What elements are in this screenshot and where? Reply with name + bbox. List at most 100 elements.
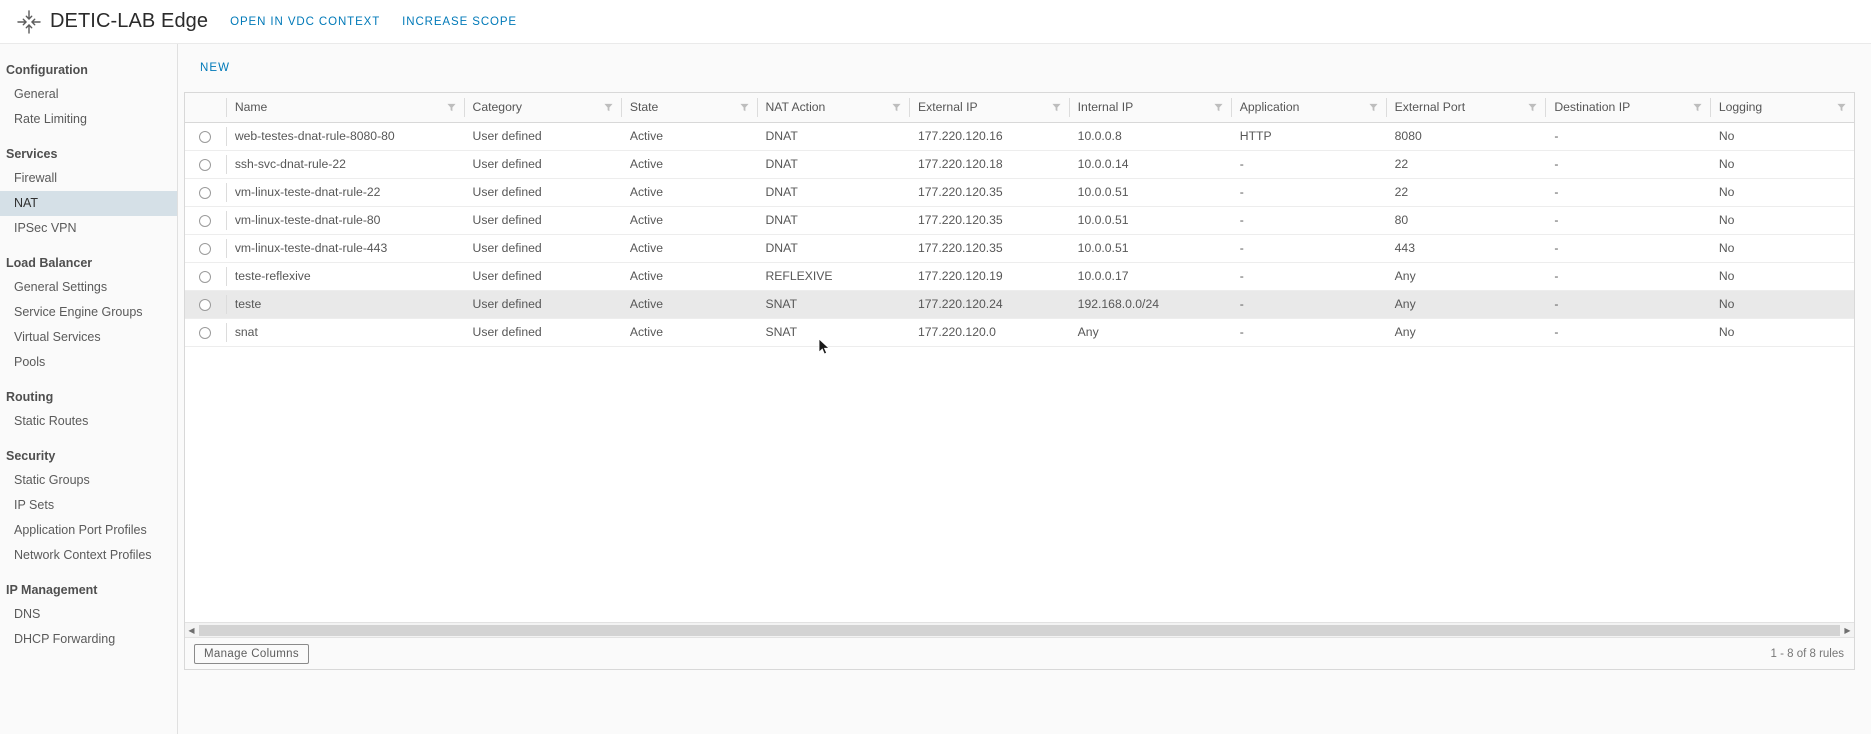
funnel-filter-icon[interactable] — [1052, 103, 1061, 112]
column-header-application[interactable]: Application — [1230, 93, 1386, 123]
row-select-cell[interactable] — [185, 150, 226, 179]
cell-nat-action: DNAT — [756, 234, 909, 263]
row-radio-button[interactable] — [199, 130, 212, 143]
cell-application: - — [1230, 178, 1386, 207]
sidebar-item-static-routes[interactable]: Static Routes — [0, 409, 177, 434]
table-header: Name Category State NAT Action External IP In… — [185, 93, 1854, 123]
cell-destination-ip: - — [1545, 122, 1710, 151]
chevron-right-icon[interactable]: ▶ — [1841, 624, 1854, 637]
row-select-cell[interactable] — [185, 290, 226, 319]
funnel-filter-icon[interactable] — [1837, 103, 1846, 112]
sidebar-item-general-settings[interactable]: General Settings — [0, 275, 177, 300]
funnel-filter-icon[interactable] — [446, 103, 456, 112]
row-select-cell[interactable] — [185, 318, 226, 347]
cell-name: vm-linux-teste-dnat-rule-80 — [225, 206, 464, 235]
column-header-logging[interactable]: Logging — [1709, 93, 1854, 123]
sidebar-item-nat[interactable]: NAT — [0, 191, 177, 216]
table-row[interactable]: teste-reflexive User defined Active REFLEXI… — [185, 262, 1854, 291]
open-in-vdc-context-link[interactable]: OPEN IN VDC CONTEXT — [230, 16, 380, 28]
sidebar-item-pools[interactable]: Pools — [0, 350, 177, 375]
cell-state: Active — [620, 150, 757, 179]
cell-destination-ip: - — [1545, 150, 1710, 179]
row-radio-button[interactable] — [199, 270, 212, 283]
sidebar-item-ipsec-vpn[interactable]: IPSec VPN — [0, 216, 177, 241]
column-header-label: External Port — [1394, 100, 1466, 115]
column-header-external-port[interactable]: External Port — [1385, 93, 1546, 123]
row-select-cell[interactable] — [185, 178, 226, 207]
table-row[interactable]: ssh-svc-dnat-rule-22 User defined Active DN… — [185, 150, 1854, 179]
sidebar-item-rate-limiting[interactable]: Rate Limiting — [0, 107, 177, 132]
table-row[interactable]: web-testes-dnat-rule-8080-80 User defined… — [185, 122, 1854, 151]
row-select-cell[interactable] — [185, 262, 226, 291]
sidebar-item-application-port-profiles[interactable]: Application Port Profiles — [0, 518, 177, 543]
scrollbar-thumb[interactable] — [199, 624, 1840, 636]
cell-internal-ip: 10.0.0.51 — [1068, 206, 1231, 235]
row-radio-button[interactable] — [199, 186, 212, 199]
sidebar-item-dns[interactable]: DNS — [0, 602, 177, 627]
row-radio-button[interactable] — [199, 214, 212, 227]
table-row[interactable]: vm-linux-teste-dnat-rule-80 User defined A… — [185, 206, 1854, 235]
cell-destination-ip: - — [1545, 262, 1710, 291]
sidebar-item-virtual-services[interactable]: Virtual Services — [0, 325, 177, 350]
increase-scope-link[interactable]: INCREASE SCOPE — [402, 16, 517, 28]
table-row[interactable]: vm-linux-teste-dnat-rule-22 User defined A… — [185, 178, 1854, 207]
chevron-left-icon[interactable]: ◀ — [185, 624, 198, 637]
cell-internal-ip: 10.0.0.51 — [1068, 234, 1231, 263]
cell-logging: No — [1709, 234, 1854, 263]
row-radio-button[interactable] — [199, 242, 212, 255]
table-row[interactable]: vm-linux-teste-dnat-rule-443 User defined… — [185, 234, 1854, 263]
column-header-category[interactable]: Category — [463, 93, 621, 123]
cell-name: teste-reflexive — [225, 262, 464, 291]
column-header-destination-ip[interactable]: Destination IP — [1545, 93, 1710, 123]
sidebar-item-firewall[interactable]: Firewall — [0, 166, 177, 191]
cell-external-ip: 177.220.120.18 — [908, 150, 1069, 179]
row-radio-button[interactable] — [199, 326, 212, 339]
cell-logging: No — [1709, 178, 1854, 207]
row-radio-button[interactable] — [199, 298, 212, 311]
column-header-label: NAT Action — [765, 100, 826, 115]
cell-external-ip: 177.220.120.35 — [908, 234, 1069, 263]
funnel-filter-icon[interactable] — [892, 103, 901, 112]
grid-toolbar: NEW — [178, 44, 1871, 92]
column-header-external-ip[interactable]: External IP — [908, 93, 1069, 123]
sidebar-item-dhcp-forwarding[interactable]: DHCP Forwarding — [0, 627, 177, 652]
row-select-cell[interactable] — [185, 234, 226, 263]
cell-category: User defined — [463, 178, 621, 207]
sidebar-item-ip-sets[interactable]: IP Sets — [0, 493, 177, 518]
funnel-filter-icon[interactable] — [1693, 103, 1702, 112]
sidebar-group: Services Firewall NAT IPSec VPN — [0, 142, 177, 241]
cell-application: - — [1230, 206, 1386, 235]
cell-nat-action: SNAT — [756, 290, 909, 319]
cell-internal-ip: 10.0.0.8 — [1068, 122, 1231, 151]
sidebar-item-network-context-profiles[interactable]: Network Context Profiles — [0, 543, 177, 568]
column-header-internal-ip[interactable]: Internal IP — [1068, 93, 1231, 123]
funnel-filter-icon[interactable] — [1528, 103, 1537, 112]
horizontal-scrollbar[interactable]: ◀ ▶ — [185, 622, 1854, 637]
funnel-filter-icon[interactable] — [739, 103, 749, 112]
manage-columns-button[interactable]: Manage Columns — [194, 643, 310, 664]
cell-external-port: Any — [1385, 262, 1546, 291]
new-button[interactable]: NEW — [194, 58, 236, 78]
funnel-filter-icon[interactable] — [1369, 103, 1378, 112]
cell-state: Active — [620, 206, 757, 235]
cell-category: User defined — [463, 150, 621, 179]
column-header-name[interactable]: Name — [225, 93, 464, 123]
column-header-label: Category — [472, 100, 522, 115]
cell-category: User defined — [463, 318, 621, 347]
table-row[interactable]: snat User defined Active SNAT 177.220.120.0 A… — [185, 318, 1854, 347]
cell-name: snat — [225, 318, 464, 347]
table-row[interactable]: teste User defined Active SNAT 177.220.120.2… — [185, 290, 1854, 319]
column-header-state[interactable]: State — [620, 93, 757, 123]
sidebar-item-general[interactable]: General — [0, 82, 177, 107]
cell-internal-ip: 10.0.0.14 — [1068, 150, 1231, 179]
funnel-filter-icon[interactable] — [604, 103, 613, 112]
row-radio-button[interactable] — [199, 158, 212, 171]
sidebar-item-service-engine-groups[interactable]: Service Engine Groups — [0, 300, 177, 325]
sidebar-item-static-groups[interactable]: Static Groups — [0, 468, 177, 493]
cell-external-port: 443 — [1385, 234, 1546, 263]
funnel-filter-icon[interactable] — [1214, 103, 1223, 112]
row-select-cell[interactable] — [185, 122, 226, 151]
column-header-nat-action[interactable]: NAT Action — [756, 93, 909, 123]
cell-logging: No — [1709, 150, 1854, 179]
row-select-cell[interactable] — [185, 206, 226, 235]
